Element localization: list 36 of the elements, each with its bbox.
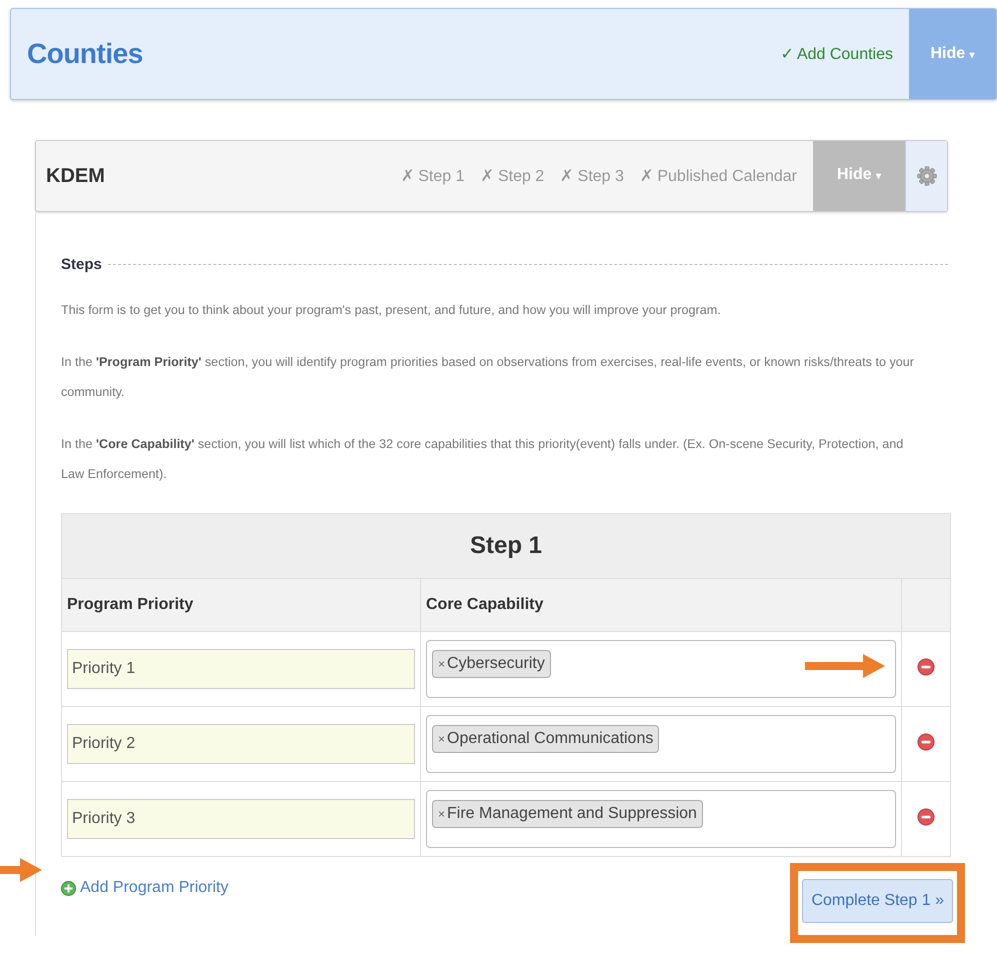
- settings-icon: [916, 166, 936, 186]
- panel-title: Counties: [27, 38, 144, 70]
- multi-select-field[interactable]: ×Fire Management and Suppression: [426, 790, 896, 848]
- add-icon: [61, 880, 76, 896]
- column-header: Program Priority: [62, 578, 420, 632]
- tag-chip[interactable]: ×Operational Communications: [432, 725, 660, 753]
- step-status: ✗ Step 3: [560, 167, 624, 186]
- multi-select-field[interactable]: ×Cybersecurity: [426, 640, 896, 698]
- remove-tag-icon[interactable]: ×: [438, 807, 446, 821]
- complete-button[interactable]: Complete Step 1 »: [802, 879, 953, 923]
- multi-select-field[interactable]: ×Operational Communications: [426, 715, 896, 773]
- paragraph: In the 'Program Priority' section, you will identify program priorities based on observations from exercises, real-life events, or known risks/threats to your community.: [61, 354, 915, 401]
- step-status: ✓ Add Counties: [780, 45, 893, 64]
- remove-icon[interactable]: [917, 808, 935, 826]
- input-field[interactable]: Priority 1: [67, 649, 415, 689]
- remove-icon[interactable]: [917, 658, 935, 676]
- tag-label: Cybersecurity: [447, 655, 545, 673]
- tag-chip[interactable]: ×Cybersecurity: [432, 650, 551, 678]
- step-status: ✗ Published Calendar: [640, 167, 797, 186]
- table-title: Step 1: [62, 514, 950, 578]
- remove-icon[interactable]: [917, 732, 935, 750]
- remove-tag-icon[interactable]: ×: [438, 732, 446, 746]
- tag-chip[interactable]: ×Fire Management and Suppression: [432, 800, 703, 828]
- paragraph: This form is to get you to think about your program's past, present, and future, and how you will improve your program.: [61, 302, 722, 319]
- column-header: Core Capability: [420, 578, 902, 632]
- step-status: ✗ Step 1: [400, 167, 464, 186]
- input-field[interactable]: Priority 3: [67, 799, 415, 839]
- section-heading: Steps: [61, 256, 102, 273]
- tag-label: Operational Communications: [447, 730, 654, 748]
- step-status: ✗ Step 2: [480, 167, 544, 186]
- panel-title: KDEM: [46, 164, 106, 188]
- remove-tag-icon[interactable]: ×: [438, 657, 446, 671]
- add-link[interactable]: Add Program Priority: [61, 879, 228, 897]
- input-field[interactable]: Priority 2: [67, 724, 415, 764]
- paragraph: In the 'Core Capability' section, you will list which of the 32 core capabilities that this priority(event) falls under. (Ex. On-scene Security, Protection, and Law Enforcement).: [61, 436, 904, 483]
- tag-label: Fire Management and Suppression: [447, 805, 697, 823]
